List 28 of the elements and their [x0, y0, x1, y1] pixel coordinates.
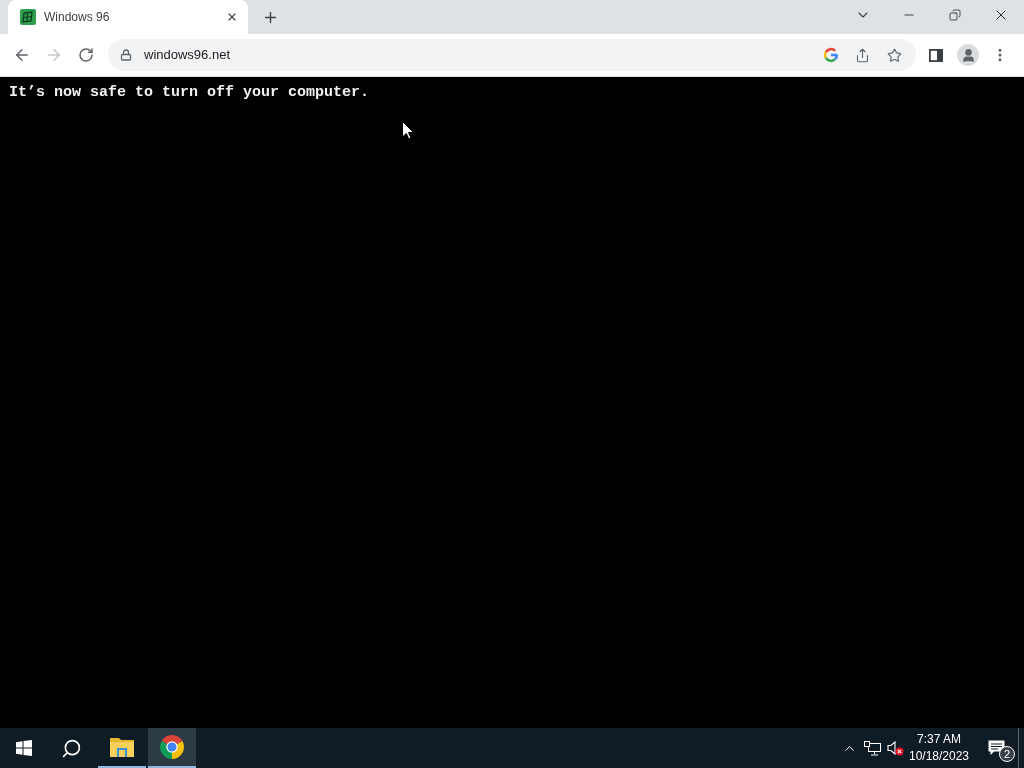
star-icon	[886, 47, 902, 63]
share-icon	[854, 47, 870, 63]
tab-title: Windows 96	[44, 9, 111, 26]
url-text: windows96.net	[144, 46, 230, 65]
folder-icon	[110, 736, 134, 758]
monitor-icon	[863, 740, 881, 756]
browser-tab[interactable]: Windows 96	[8, 0, 248, 34]
lock-icon	[120, 49, 132, 61]
address-bar[interactable]: windows96.net	[108, 39, 916, 71]
action-center-button[interactable]: 2	[974, 728, 1018, 768]
clock-time: 7:37 AM	[917, 731, 961, 748]
chrome-button[interactable]	[148, 728, 196, 768]
forward-arrow-icon	[45, 46, 63, 64]
notification-count: 2	[999, 746, 1015, 762]
restore-icon	[949, 9, 961, 21]
chrome-logo-icon	[160, 735, 184, 759]
windows-logo-icon	[15, 740, 32, 756]
mouse-pointer-icon	[402, 121, 414, 140]
avatar-icon	[957, 44, 979, 66]
close-icon	[226, 11, 238, 23]
search-icon	[60, 737, 82, 759]
reload-icon	[78, 47, 94, 63]
clock-button[interactable]: 7:37 AM 10/18/2023	[906, 728, 972, 768]
google-g-icon	[823, 47, 839, 63]
shutdown-message: It’s now safe to turn off your computer.	[9, 85, 370, 101]
clock-date: 10/18/2023	[908, 748, 970, 765]
site-logo-icon	[20, 9, 36, 25]
side-panel-icon	[929, 48, 943, 62]
